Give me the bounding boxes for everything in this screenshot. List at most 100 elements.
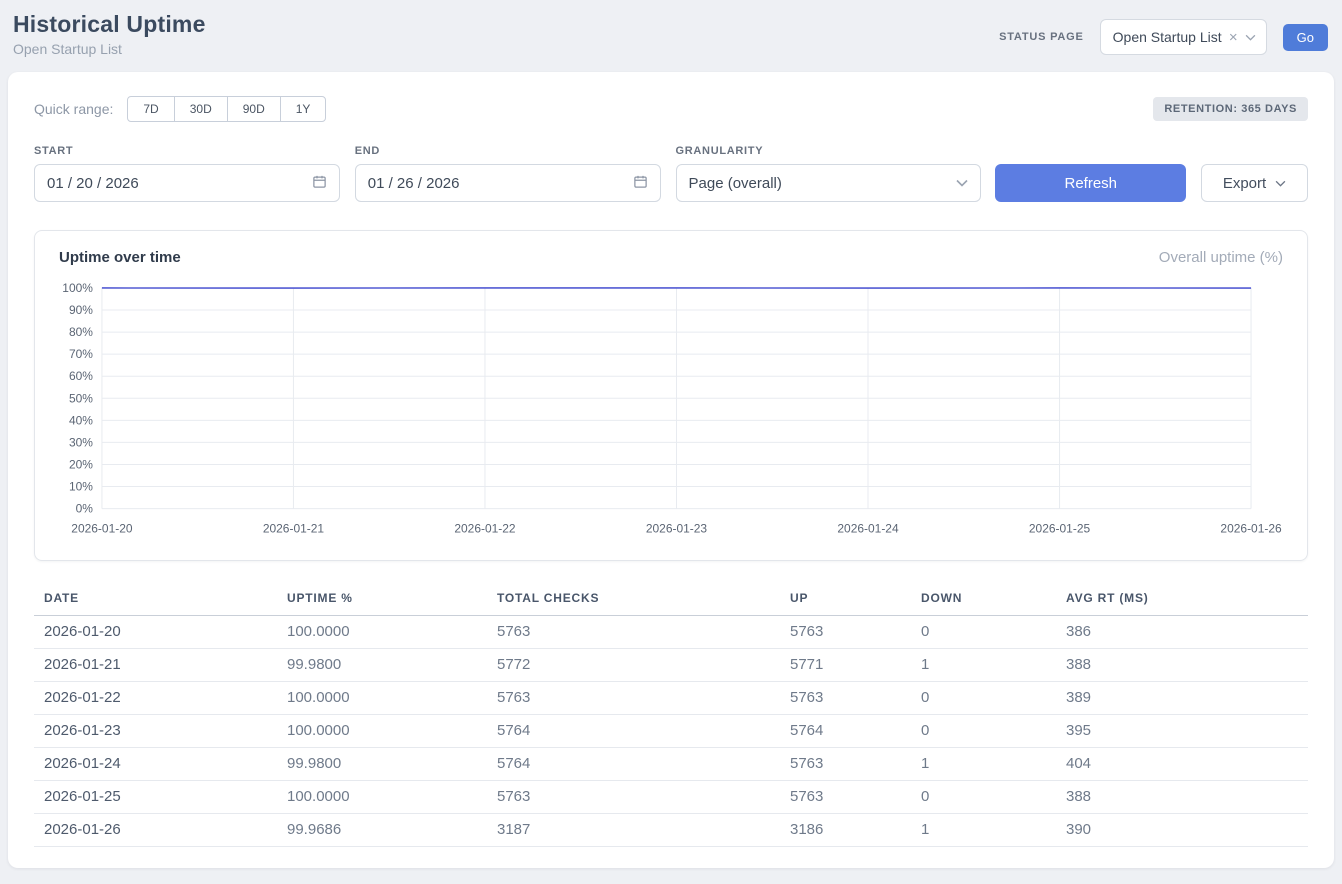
cell-value: 388 [1056, 648, 1308, 681]
cell-value: 1 [911, 813, 1056, 846]
refresh-button[interactable]: Refresh [995, 164, 1186, 202]
cell-value: 404 [1056, 747, 1308, 780]
table-body: 2026-01-20100.00005763576303862026-01-21… [34, 615, 1308, 846]
cell-value: 5763 [487, 780, 780, 813]
svg-text:70%: 70% [69, 347, 93, 361]
cell-value: 5764 [487, 747, 780, 780]
cell-date: 2026-01-25 [34, 780, 277, 813]
svg-text:2026-01-22: 2026-01-22 [454, 522, 516, 536]
table-header-row: DATEUPTIME %TOTAL CHECKSUPDOWNAVG RT (MS… [34, 585, 1308, 616]
quick-range-30d-button[interactable]: 30D [174, 96, 228, 122]
quick-range-row: Quick range: 7D30D90D1Y RETENTION: 365 D… [34, 96, 1308, 122]
cell-value: 5763 [487, 681, 780, 714]
cell-value: 3187 [487, 813, 780, 846]
cell-value: 5763 [487, 615, 780, 648]
cell-value: 5763 [780, 681, 911, 714]
chevron-down-icon [956, 179, 968, 187]
start-date-field: START 01 / 20 / 2026 [34, 145, 340, 202]
status-page-select-value: Open Startup List [1113, 29, 1222, 45]
table-row: 2026-01-22100.0000576357630389 [34, 681, 1308, 714]
clear-selection-icon[interactable]: × [1229, 30, 1238, 45]
cell-value: 100.0000 [277, 615, 487, 648]
end-date-label: END [355, 145, 661, 157]
filter-form-row: START 01 / 20 / 2026 END 01 / 26 / 2026 … [34, 145, 1308, 202]
status-page-select[interactable]: Open Startup List × [1100, 19, 1267, 55]
granularity-select[interactable]: Page (overall) [676, 164, 981, 202]
start-date-input[interactable]: 01 / 20 / 2026 [34, 164, 340, 202]
granularity-label: GRANULARITY [676, 145, 981, 157]
topbar-right: STATUS PAGE Open Startup List × Go [999, 19, 1328, 55]
svg-text:60%: 60% [69, 369, 93, 383]
title-block: Historical Uptime Open Startup List [13, 11, 206, 57]
svg-text:0%: 0% [76, 502, 94, 516]
table-row: 2026-01-20100.0000576357630386 [34, 615, 1308, 648]
svg-text:2026-01-23: 2026-01-23 [646, 522, 708, 536]
chevron-down-icon [1245, 34, 1256, 41]
quick-range-label: Quick range: [34, 101, 113, 117]
topbar: Historical Uptime Open Startup List STAT… [0, 0, 1342, 66]
uptime-chart-card: Uptime over time Overall uptime (%) 0% 10… [34, 230, 1308, 561]
svg-text:2026-01-26: 2026-01-26 [1220, 522, 1282, 536]
svg-text:2026-01-21: 2026-01-21 [263, 522, 325, 536]
cell-value: 388 [1056, 780, 1308, 813]
export-button[interactable]: Export [1201, 164, 1308, 202]
cell-value: 5772 [487, 648, 780, 681]
column-header: TOTAL CHECKS [487, 585, 780, 616]
chevron-down-icon [1275, 180, 1286, 187]
cell-value: 100.0000 [277, 714, 487, 747]
export-button-label: Export [1223, 175, 1266, 192]
chart-title: Uptime over time [59, 249, 181, 266]
svg-text:2026-01-25: 2026-01-25 [1029, 522, 1091, 536]
svg-text:90%: 90% [69, 303, 93, 317]
quick-range-90d-button[interactable]: 90D [227, 96, 281, 122]
svg-text:80%: 80% [69, 325, 93, 339]
table-row: 2026-01-2699.9686318731861390 [34, 813, 1308, 846]
table-row: 2026-01-23100.0000576457640395 [34, 714, 1308, 747]
chart-header: Uptime over time Overall uptime (%) [35, 231, 1307, 276]
calendar-icon[interactable] [633, 174, 648, 193]
cell-value: 395 [1056, 714, 1308, 747]
cell-value: 0 [911, 780, 1056, 813]
start-date-value: 01 / 20 / 2026 [47, 175, 139, 192]
cell-value: 3186 [780, 813, 911, 846]
cell-value: 5763 [780, 747, 911, 780]
cell-value: 99.9800 [277, 747, 487, 780]
cell-value: 386 [1056, 615, 1308, 648]
table-row: 2026-01-2199.9800577257711388 [34, 648, 1308, 681]
cell-date: 2026-01-21 [34, 648, 277, 681]
cell-value: 1 [911, 747, 1056, 780]
calendar-icon[interactable] [312, 174, 327, 193]
end-date-value: 01 / 26 / 2026 [368, 175, 460, 192]
cell-value: 5764 [780, 714, 911, 747]
cell-date: 2026-01-22 [34, 681, 277, 714]
cell-value: 99.9800 [277, 648, 487, 681]
cell-value: 390 [1056, 813, 1308, 846]
cell-value: 5763 [780, 615, 911, 648]
cell-value: 100.0000 [277, 681, 487, 714]
cell-value: 0 [911, 714, 1056, 747]
cell-date: 2026-01-20 [34, 615, 277, 648]
cell-date: 2026-01-23 [34, 714, 277, 747]
uptime-table: DATEUPTIME %TOTAL CHECKSUPDOWNAVG RT (MS… [34, 585, 1308, 847]
chart-legend: Overall uptime (%) [1159, 249, 1283, 266]
granularity-field: GRANULARITY Page (overall) [676, 145, 981, 202]
cell-value: 100.0000 [277, 780, 487, 813]
svg-text:2026-01-24: 2026-01-24 [837, 522, 899, 536]
svg-text:30%: 30% [69, 435, 93, 449]
quick-range-group: 7D30D90D1Y [127, 96, 326, 122]
svg-text:20%: 20% [69, 457, 93, 471]
go-button[interactable]: Go [1283, 24, 1328, 51]
start-date-label: START [34, 145, 340, 157]
cell-value: 5763 [780, 780, 911, 813]
svg-text:40%: 40% [69, 413, 93, 427]
end-date-input[interactable]: 01 / 26 / 2026 [355, 164, 661, 202]
cell-value: 389 [1056, 681, 1308, 714]
svg-text:100%: 100% [62, 281, 93, 295]
granularity-value: Page (overall) [689, 175, 782, 192]
cell-value: 0 [911, 681, 1056, 714]
column-header: UP [780, 585, 911, 616]
end-date-field: END 01 / 26 / 2026 [355, 145, 661, 202]
cell-date: 2026-01-26 [34, 813, 277, 846]
quick-range-1y-button[interactable]: 1Y [280, 96, 327, 122]
quick-range-7d-button[interactable]: 7D [127, 96, 174, 122]
